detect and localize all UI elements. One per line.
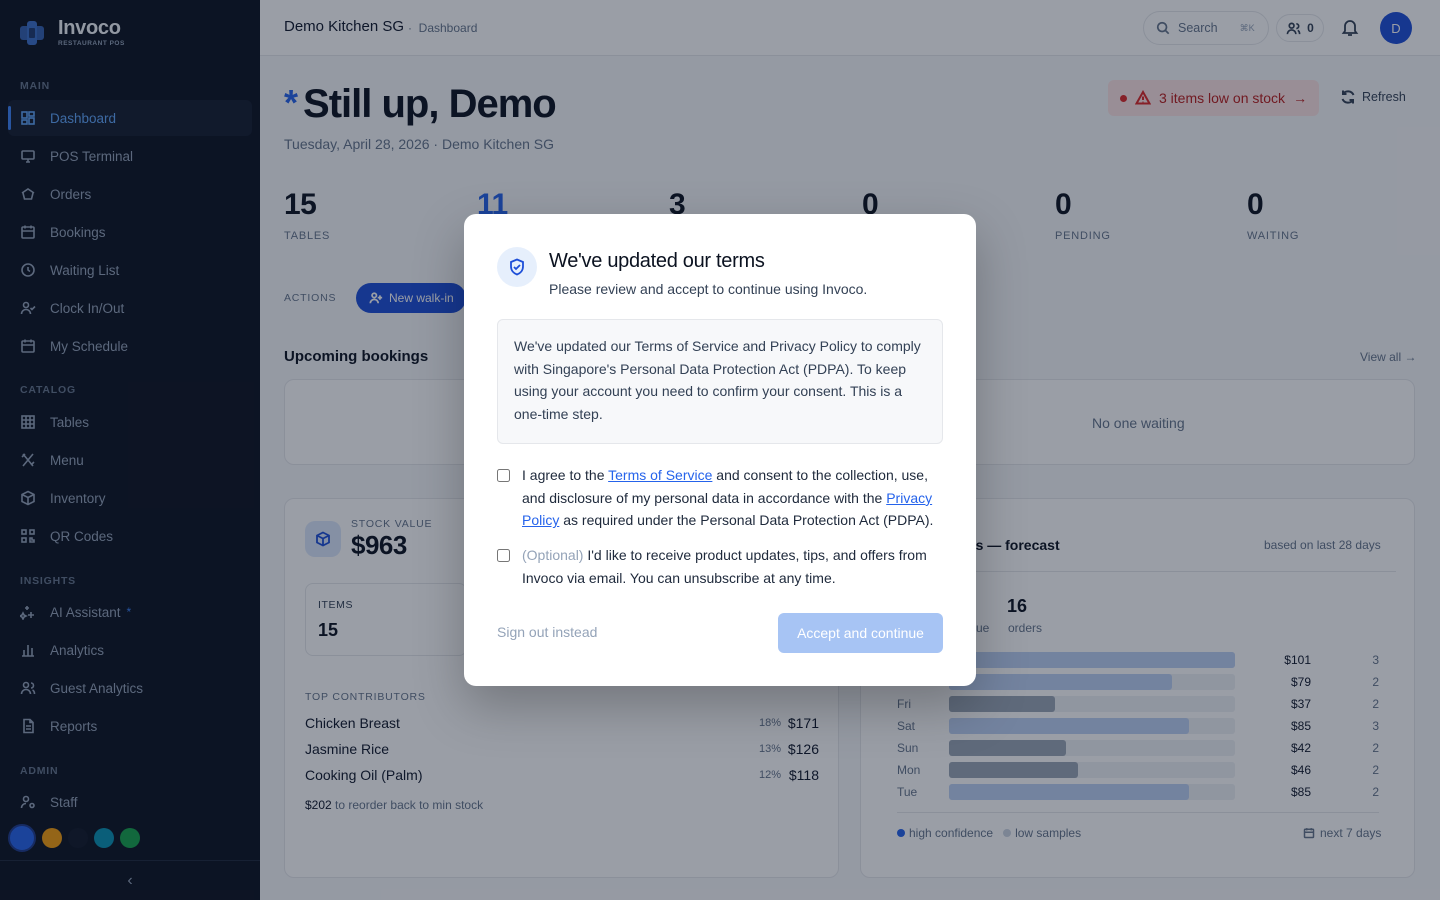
consent-text-pre: I agree to the — [522, 467, 609, 483]
modal-title: We've updated our terms — [549, 250, 765, 272]
marketing-consent-text: (Optional) I'd like to receive product u… — [522, 544, 943, 589]
modal-notice: We've updated our Terms of Service and P… — [497, 319, 943, 444]
modal-icon-tile — [497, 247, 537, 287]
shield-check-icon — [510, 258, 524, 276]
terms-consent[interactable]: I agree to the Terms of Service and cons… — [497, 464, 943, 532]
marketing-consent[interactable]: (Optional) I'd like to receive product u… — [497, 544, 943, 589]
sign-out-button[interactable]: Sign out instead — [497, 624, 597, 640]
marketing-consent-checkbox[interactable] — [497, 549, 510, 562]
marketing-consent-body: I'd like to receive product updates, tip… — [522, 547, 927, 586]
terms-consent-modal: We've updated our terms Please review an… — [464, 214, 976, 686]
terms-consent-checkbox[interactable] — [497, 469, 510, 482]
terms-consent-text: I agree to the Terms of Service and cons… — [522, 464, 943, 532]
optional-tag: (Optional) — [522, 547, 584, 563]
modal-subtitle: Please review and accept to continue usi… — [549, 281, 868, 297]
terms-of-service-link[interactable]: Terms of Service — [608, 467, 712, 483]
consent-text-post: as required under the Personal Data Prot… — [559, 512, 934, 529]
accept-continue-button[interactable]: Accept and continue — [778, 613, 943, 653]
